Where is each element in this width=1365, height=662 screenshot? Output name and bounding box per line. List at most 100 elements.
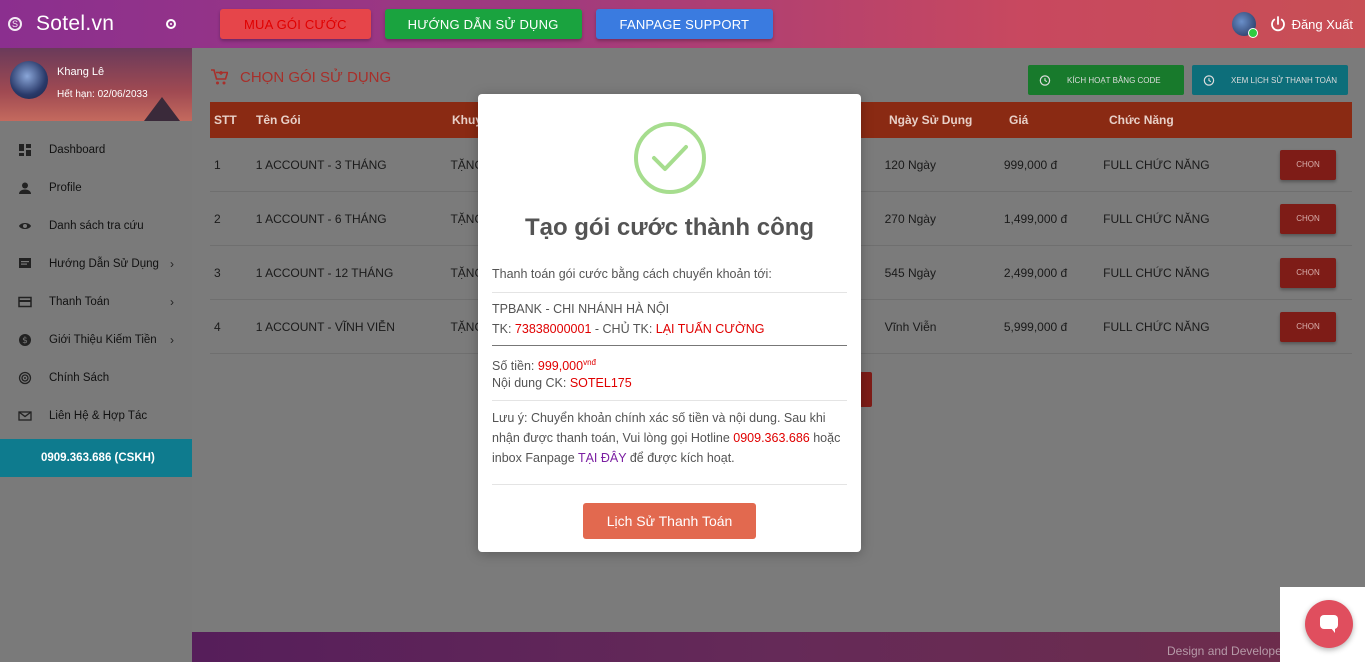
sidebar-item-label: Giới Thiệu Kiếm Tiền — [49, 334, 157, 346]
note-text: để được kích hoạt. — [626, 451, 735, 465]
user-guide-button[interactable]: HƯỚNG DẪN SỬ DỤNG — [384, 9, 582, 39]
chat-button[interactable] — [1305, 600, 1353, 648]
footer: Design and Developed — [192, 632, 1365, 662]
cell-days: 120 Ngày — [884, 157, 936, 172]
content-value: SOTEL175 — [569, 376, 632, 390]
fanpage-link[interactable]: TẠI ĐÂY — [578, 451, 626, 465]
choose-button[interactable]: CHỌN — [1280, 149, 1336, 180]
payment-history-button[interactable]: XEM LỊCH SỬ THANH TOÁN — [1192, 65, 1348, 95]
buy-package-button[interactable]: MUA GÓI CƯỚC — [220, 9, 371, 39]
cell-stt: 4 — [214, 319, 221, 334]
account-number: 73838000001 — [514, 322, 592, 336]
dollar-icon: $ — [19, 334, 31, 346]
sidebar-item-label: Hướng Dẫn Sử Dụng — [49, 258, 159, 270]
sidebar-item-dashboard[interactable]: Dashboard — [0, 131, 192, 169]
footer-credit: Design and Developed — [1167, 644, 1289, 658]
sidebar-item-label: Profile — [49, 182, 82, 194]
profile-expiry: Hết hạn: 02/06/2033 — [57, 89, 148, 100]
profile-background — [144, 97, 180, 121]
avatar[interactable] — [10, 61, 48, 99]
divider — [492, 484, 847, 485]
divider — [492, 400, 847, 401]
cell-stt: 3 — [214, 265, 221, 280]
top-navbar: S Sotel.vn MUA GÓI CƯỚC HƯỚNG DẪN SỬ DỤN… — [0, 0, 1365, 48]
chat-widget — [1280, 587, 1365, 662]
cell-feature: FULL CHỨC NĂNG — [1103, 157, 1210, 172]
cell-feature: FULL CHỨC NĂNG — [1103, 265, 1210, 280]
divider — [492, 292, 847, 293]
cell-name: 1 ACCOUNT - VĨNH VIỄN — [255, 319, 395, 334]
success-modal: Tạo gói cước thành công Thanh toán gói c… — [478, 94, 861, 552]
success-check-icon — [634, 122, 706, 194]
sidebar-item-lookup[interactable]: Danh sách tra cứu — [0, 207, 192, 245]
sidebar-item-profile[interactable]: Profile — [0, 169, 192, 207]
hotline-button[interactable]: 0909.363.686 (CSKH) — [0, 439, 192, 477]
note: Lưu ý: Chuyển khoản chính xác số tiền và… — [492, 408, 848, 468]
transfer-content-line: Nội dung CK: SOTEL175 — [492, 373, 848, 393]
logo-icon: S — [8, 17, 22, 31]
sidebar-toggle-icon[interactable] — [166, 19, 176, 29]
sidebar-item-guide[interactable]: Hướng Dẫn Sử Dụng › — [0, 245, 192, 283]
eye-icon — [19, 223, 31, 229]
cell-days: Vĩnh Viễn — [884, 319, 937, 334]
cell-days: 545 Ngày — [884, 265, 936, 280]
user-avatar[interactable] — [1231, 12, 1258, 38]
brand[interactable]: S Sotel.vn — [0, 0, 192, 48]
fanpage-support-button[interactable]: FANPAGE SUPPORT — [595, 9, 774, 39]
sidebar-item-label: Dashboard — [49, 144, 106, 156]
sidebar: Khang Lê Hết hạn: 02/06/2033 Dashboard P… — [0, 48, 192, 662]
mail-icon — [18, 411, 32, 421]
brand-name[interactable]: Sotel.vn — [36, 12, 166, 36]
cell-name: 1 ACCOUNT - 3 THÁNG — [255, 157, 387, 172]
power-icon[interactable] — [1270, 16, 1286, 32]
sidebar-item-label: Danh sách tra cứu — [49, 220, 144, 232]
choose-button[interactable]: CHỌN — [1280, 311, 1336, 342]
page-title: CHỌN GÓI SỬ DỤNG — [240, 68, 392, 86]
history-icon — [1203, 74, 1215, 86]
account-prefix: TK: — [492, 322, 515, 336]
bank-name: TPBANK - CHI NHÁNH HÀ NỘI — [492, 302, 670, 316]
sidebar-item-payment[interactable]: Thanh Toán › — [0, 283, 192, 321]
choose-button[interactable]: CHỌN — [1280, 203, 1336, 234]
account-line: TK: 73838000001 - CHỦ TK: LẠI TUẤN CƯỜNG — [492, 319, 848, 339]
logout-button[interactable]: Đăng Xuất — [1292, 17, 1353, 32]
header-days: Ngày Sử Dụng — [889, 113, 973, 127]
amount-value: 999,000 — [537, 359, 584, 374]
sidebar-item-referral[interactable]: $ Giới Thiệu Kiếm Tiền › — [0, 321, 192, 359]
chevron-right-icon: › — [170, 333, 174, 347]
activate-code-label: KÍCH HOẠT BẰNG CODE — [1067, 75, 1161, 85]
chevron-right-icon: › — [170, 295, 174, 309]
chevron-right-icon: › — [170, 257, 174, 271]
account-owner: LẠI TUẤN CƯỜNG — [655, 322, 765, 336]
content-label: Nội dung CK: — [492, 376, 570, 390]
sidebar-item-label: Liên Hệ & Hợp Tác — [49, 410, 148, 422]
modal-title: Tạo gói cước thành công — [524, 214, 815, 241]
sidebar-item-policy[interactable]: Chính Sách — [0, 359, 192, 397]
cart-icon — [211, 69, 228, 85]
header-name: Tên Gói — [256, 113, 301, 127]
cell-days: 270 Ngày — [884, 211, 936, 226]
page-header: CHỌN GÓI SỬ DỤNG — [210, 68, 391, 86]
header-feature: Chức Năng — [1109, 113, 1174, 127]
cell-stt: 2 — [214, 211, 221, 226]
sidebar-item-label: Thanh Toán — [49, 296, 110, 308]
choose-button[interactable]: CHỌN — [1280, 257, 1336, 288]
cell-name: 1 ACCOUNT - 12 THÁNG — [255, 265, 394, 280]
amount-label: Số tiền: — [492, 359, 538, 374]
note-hotline: 0909.363.686 — [733, 431, 810, 445]
cell-feature: FULL CHỨC NĂNG — [1103, 319, 1210, 334]
header-stt: STT — [214, 113, 237, 127]
payment-history-modal-button[interactable]: Lịch Sử Thanh Toán — [583, 503, 756, 539]
svg-text:$: $ — [22, 336, 28, 346]
sidebar-item-contact[interactable]: Liên Hệ & Hợp Tác — [0, 397, 192, 435]
person-icon — [19, 182, 31, 194]
activate-code-button[interactable]: KÍCH HOẠT BẰNG CODE — [1028, 65, 1184, 95]
chat-bubble-icon — [1320, 615, 1338, 633]
cell-price: 5,999,000 đ — [1003, 319, 1068, 334]
sidebar-menu: Dashboard Profile Danh sách tra cứu Hướn… — [0, 121, 192, 477]
modal-intro: Thanh toán gói cước bằng cách chuyển kho… — [492, 267, 772, 281]
profile-name: Khang Lê — [57, 66, 105, 78]
cell-feature: FULL CHỨC NĂNG — [1103, 211, 1210, 226]
chat-icon — [19, 258, 31, 268]
sidebar-item-label: Chính Sách — [49, 372, 110, 384]
